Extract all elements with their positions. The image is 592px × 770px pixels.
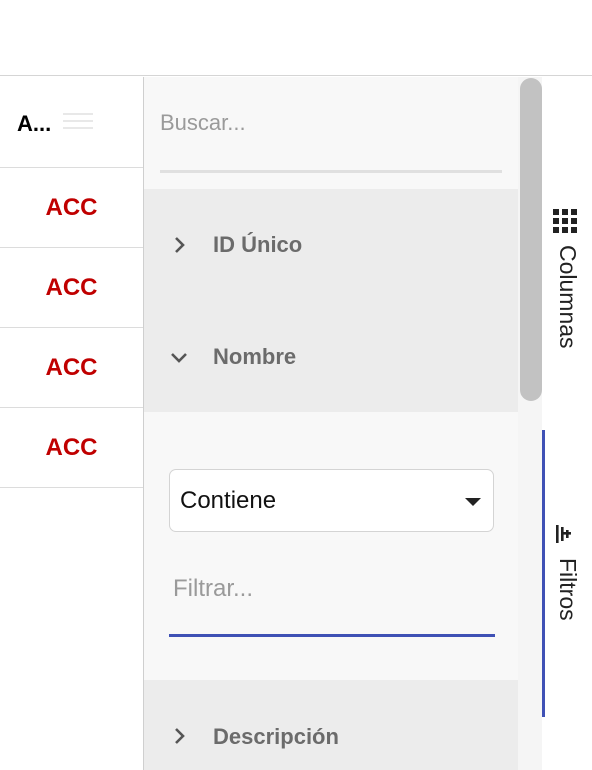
tab-filters[interactable]: Filtros bbox=[542, 430, 590, 717]
table-row[interactable]: ACC bbox=[0, 408, 143, 488]
cell-value: ACC bbox=[45, 193, 98, 221]
filter-body-name: Contiene bbox=[144, 412, 518, 680]
tab-filters-label: Filtros bbox=[555, 558, 581, 621]
filter-icon bbox=[556, 525, 571, 543]
active-tab-indicator bbox=[542, 430, 545, 717]
grid-column: A... ACC ACC ACC ACC bbox=[0, 77, 143, 770]
filter-group-header[interactable]: Nombre bbox=[144, 301, 518, 412]
side-bar: Columnas Filtros bbox=[542, 77, 592, 770]
table-row[interactable]: ACC bbox=[0, 168, 143, 248]
filter-search bbox=[160, 77, 502, 189]
filter-group-name[interactable]: Nombre bbox=[144, 301, 518, 412]
filter-condition-select[interactable]: Contiene bbox=[169, 469, 494, 532]
filter-condition-value: Contiene bbox=[180, 487, 277, 514]
filter-group-id[interactable]: ID Único bbox=[144, 189, 518, 301]
chevron-down-icon bbox=[171, 352, 187, 363]
filter-group-label: Nombre bbox=[213, 343, 297, 369]
cell-value: ACC bbox=[45, 353, 98, 381]
scrollbar-thumb[interactable] bbox=[520, 78, 542, 401]
filter-value-input[interactable] bbox=[169, 562, 494, 616]
table-row[interactable]: ACC bbox=[0, 248, 143, 328]
filter-group-header[interactable]: ID Único bbox=[144, 189, 518, 301]
cell-value: ACC bbox=[45, 433, 98, 461]
column-header[interactable]: A... bbox=[0, 77, 143, 168]
cell-value: ACC bbox=[45, 273, 98, 301]
filters-tool-panel: ID Único Nombre Contiene Descripción bbox=[143, 77, 518, 770]
filter-group-label: Descripción bbox=[213, 724, 339, 749]
filter-group-header[interactable]: Descripción bbox=[144, 680, 518, 770]
filter-group-description[interactable]: Descripción bbox=[144, 680, 518, 770]
chevron-right-icon bbox=[175, 237, 185, 253]
table-row[interactable]: ACC bbox=[0, 328, 143, 408]
tab-columns[interactable]: Columnas bbox=[542, 209, 590, 379]
column-header-label: A... bbox=[17, 111, 52, 136]
filter-group-label: ID Único bbox=[213, 232, 303, 257]
chevron-right-icon bbox=[175, 728, 185, 744]
grid-with-tool-panel: A... ACC ACC ACC ACC ID Único Nombre bbox=[0, 0, 592, 770]
column-menu-icon[interactable] bbox=[63, 113, 93, 131]
filter-input-underline bbox=[169, 634, 495, 637]
tab-columns-label: Columnas bbox=[555, 245, 581, 349]
columns-grid-icon bbox=[553, 209, 577, 233]
search-underline bbox=[160, 170, 502, 173]
search-input[interactable] bbox=[160, 103, 502, 143]
caret-down-icon bbox=[465, 498, 481, 506]
top-toolbar-area bbox=[0, 0, 592, 76]
